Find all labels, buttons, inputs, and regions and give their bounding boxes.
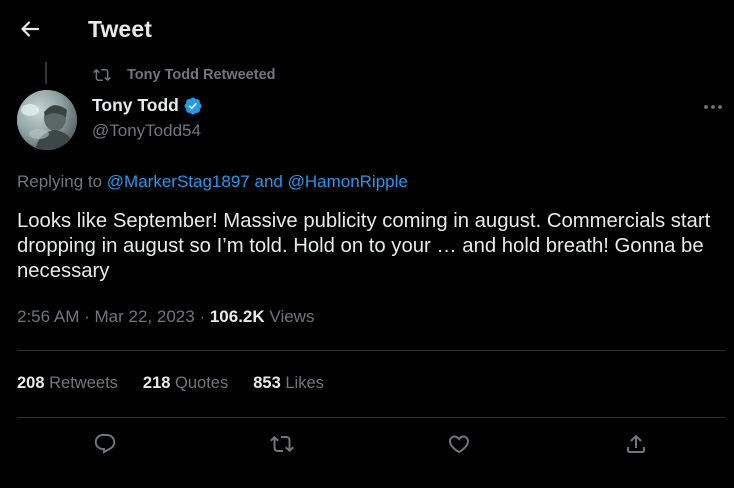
more-horizontal-icon [703, 98, 723, 116]
views-label: Views [269, 307, 315, 326]
tweet-date[interactable]: Mar 22, 2023 [95, 307, 195, 326]
share-button[interactable] [622, 432, 650, 460]
avatar-image [17, 90, 77, 150]
avatar[interactable] [17, 90, 77, 150]
likes-label: Likes [285, 374, 324, 392]
quotes-count: 218 [142, 374, 171, 392]
share-icon [624, 432, 648, 461]
mention-link-2[interactable]: @HamonRipple [288, 172, 408, 191]
reply-prefix: Replying to [17, 172, 103, 191]
reply-conjunction: and [254, 172, 283, 191]
retweets-count: 208 [17, 374, 45, 392]
reply-icon [93, 432, 117, 461]
engagement-stats: 208 Retweets 218 Quotes 853 Likes [17, 374, 349, 393]
retweet-context[interactable]: Tony Todd Retweeted [92, 65, 276, 85]
retweets-stat[interactable]: 208 Retweets [17, 374, 118, 393]
likes-stat[interactable]: 853 Likes [253, 374, 324, 393]
tweet-time[interactable]: 2:56 AM [17, 307, 79, 326]
retweet-button[interactable] [268, 432, 296, 460]
author-handle[interactable]: @TonyTodd54 [92, 121, 201, 141]
tweet-header: Tweet [0, 0, 734, 60]
tweet-text: Looks like September! Massive publicity … [17, 210, 711, 282]
likes-count: 853 [253, 374, 281, 392]
quotes-label: Quotes [175, 374, 229, 392]
author-display-name: Tony Todd [92, 95, 179, 115]
arrow-left-icon [20, 19, 40, 44]
views-count: 106.2K [209, 307, 265, 326]
quotes-stat[interactable]: 218 Quotes [143, 374, 228, 393]
divider [17, 350, 725, 351]
retweet-context-label: Tony Todd Retweeted [127, 67, 276, 83]
author-name[interactable]: Tony Todd [92, 95, 203, 116]
retweets-label: Retweets [49, 374, 118, 392]
meta-separator: · [199, 307, 206, 326]
reply-context: Replying to @MarkerStag1897 and @HamonRi… [17, 172, 408, 192]
divider [17, 417, 725, 418]
reply-button[interactable] [91, 432, 119, 460]
heart-icon [447, 432, 471, 461]
back-button[interactable] [14, 16, 46, 46]
mention-link-1[interactable]: @MarkerStag1897 [107, 172, 250, 191]
retweet-icon [270, 432, 294, 461]
thread-connector [45, 62, 47, 84]
more-options-button[interactable] [699, 95, 727, 119]
retweet-icon [92, 65, 112, 85]
tweet-meta: 2:56 AM · Mar 22, 2023 · 106.2K Views [17, 307, 314, 327]
like-button[interactable] [445, 432, 473, 460]
verified-badge-icon [183, 96, 203, 116]
meta-separator: · [84, 307, 90, 326]
page-title: Tweet [88, 16, 152, 42]
